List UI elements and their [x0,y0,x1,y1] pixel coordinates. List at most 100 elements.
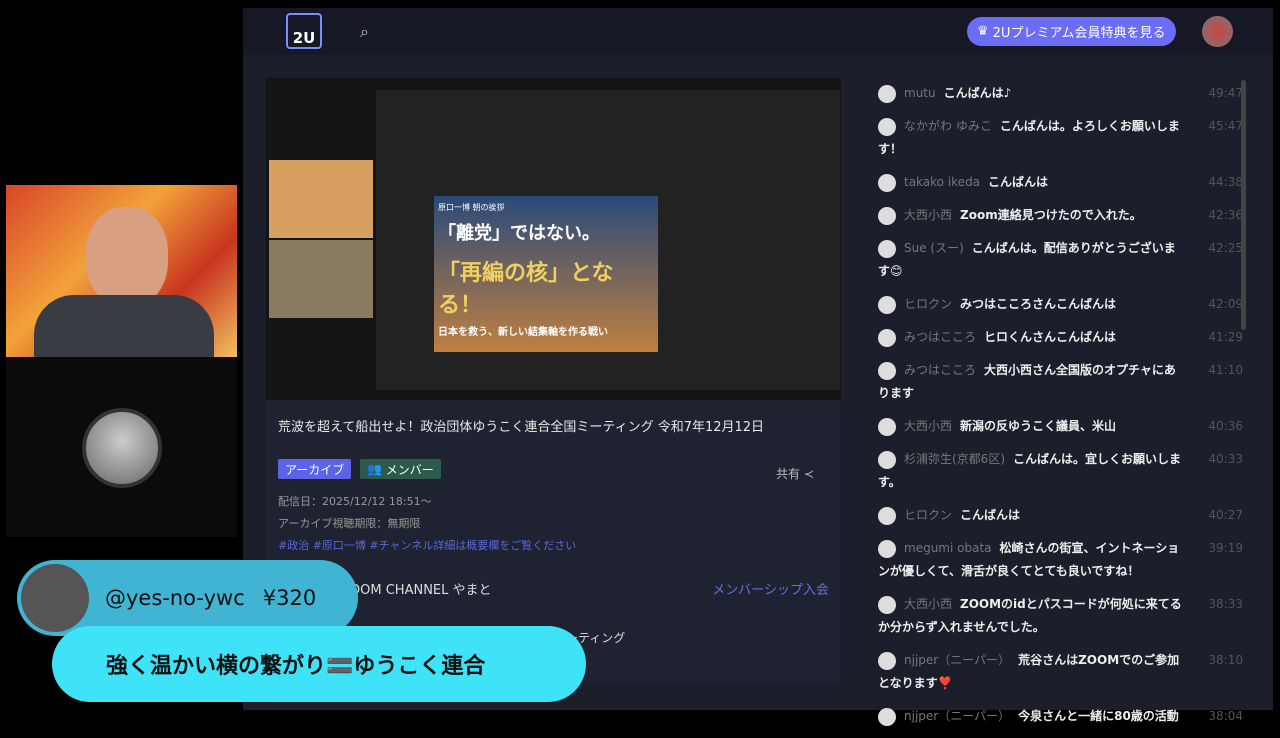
chat-username: 大西小西 [904,208,953,222]
chat-time: 41:29 [1208,330,1243,344]
slide-line: 日本を救う、新しい結集軸を作る戦い [438,327,608,338]
chat-time: 39:19 [1208,541,1243,555]
header: 2U ⌕ ♛ 2Uプレミアム会員特典を見る [243,8,1273,55]
chat-username: ヒロクン [904,508,953,522]
chat-time: 40:33 [1208,452,1243,466]
chat-text: こんばんは [988,175,1049,189]
chat-list: mutu こんばんは♪ 49:47 なかがわ ゆみこ こんばんは。よろしくお願いします！… [878,82,1243,738]
chat-time: 44:38 [1208,175,1243,189]
chat-avatar [878,84,896,103]
chat-text: 新潟の反ゆうこく議員、米山 [960,419,1117,433]
chat-text: 今泉さんと一緒に80歳の活動 [1018,709,1179,723]
chat-avatar [878,651,896,670]
chat-avatar [878,328,896,347]
chat-username: なかがわ ゆみこ [904,119,992,133]
chat-username: Sue (スー) [904,241,964,255]
chat-message: 大西小西 新潟の反ゆうこく議員、米山 40:36 [878,415,1243,438]
chat-avatar [878,707,896,726]
crown-icon: ♛ [977,24,989,39]
chat-username: 大西小西 [904,419,953,433]
chat-time: 41:10 [1208,363,1243,377]
slide-caption: 原口一博 朝の挨拶 [438,203,505,212]
chat-message: みつはこころ ヒロくんさんこんばんは 41:29 [878,326,1243,349]
chat-avatar [878,506,896,525]
chat-time: 38:04 [1208,709,1243,723]
chat-time: 40:36 [1208,419,1243,433]
chat-message: megumi obata 松崎さんの街宣、イントネーションが優しくて、滑舌が良くて… [878,537,1243,583]
chat-time: 38:10 [1208,653,1243,667]
archive-badge: アーカイブ [278,459,352,479]
chat-username: megumi obata [904,541,992,555]
chat-text: ヒロくんさんこんばんは [984,330,1117,344]
chat-time: 42:25 [1208,241,1243,255]
site: 2U ⌕ ♛ 2Uプレミアム会員特典を見る 原口一博 朝の挨拶 「離党」ではない。… [243,8,1273,726]
chat-text: Zoom連絡見つけたので入れた。 [960,208,1142,222]
chat-message: ヒロクン みつはこころさんこんばんは 42:09 [878,293,1243,316]
chat-avatar [878,295,896,314]
participant-thumb [269,240,373,318]
chat-username: みつはこころ [904,363,977,377]
superchat-message: 強く温かい横の繋がり🟰ゆうこく連合 [52,626,586,702]
chat-time: 49:47 [1208,86,1243,100]
chat-username: njjper（ニーパー） [904,709,1011,723]
video-title: 荒波を超えて船出せよ！政治団体ゆうこく連合全国ミーティング 令和7年12月12日 [278,420,765,435]
chat-scrollbar[interactable] [1241,80,1246,330]
chat-message: njjper（ニーパー） 今泉さんと一緒に80歳の活動 38:04 [878,705,1243,728]
chat-avatar [878,206,896,225]
member-badge: 👥 メンバー [360,459,441,479]
logo[interactable]: 2U [286,13,322,49]
member-label: メンバー [385,462,434,477]
chat-time: 42:09 [1208,297,1243,311]
chat-message: 大西小西 Zoom連絡見つけたので入れた。 42:36 [878,204,1243,227]
chat-text: こんばんは♪ [943,86,1012,100]
chat-message: mutu こんばんは♪ 49:47 [878,82,1243,105]
chat-message: みつはこころ 大西小西さん全国版のオプチャにあります 41:10 [878,359,1243,405]
chat-message: なかがわ ゆみこ こんばんは。よろしくお願いします！ 45:47 [878,115,1243,161]
chat-message: 杉浦弥生(京都6区) こんばんは。宜しくお願いします。 40:33 [878,448,1243,494]
slide-line: 「離党」ではない。 [438,223,600,244]
chat-username: 大西小西 [904,597,953,611]
chat-avatar [878,173,896,192]
chat-username: mutu [904,86,936,100]
chat-username: みつはこころ [904,330,977,344]
chat-username: 杉浦弥生(京都6区) [904,452,1005,466]
membership-join-link[interactable]: メンバーシップ入会 [712,579,829,598]
chat-avatar [878,361,896,380]
chat-avatar [878,117,896,136]
slide-line: 「再編の核」となる！ [438,261,614,318]
chat-time: 45:47 [1208,119,1243,133]
members-icon: 👥 [367,462,386,476]
streamer-avatar [82,408,162,488]
chat-avatar [878,450,896,469]
share-button[interactable]: 共有 ≺ [776,465,814,482]
user-avatar[interactable] [1202,16,1233,47]
tags[interactable]: #政治 #原口一博 #チャンネル詳細は概要欄をご覧ください [278,537,576,553]
chat-time: 40:27 [1208,508,1243,522]
chat-avatar [878,539,896,558]
video-player[interactable]: 原口一博 朝の挨拶 「離党」ではない。 「再編の核」となる！ 日本を救う、新しい… [266,78,841,400]
premium-button[interactable]: ♛ 2Uプレミアム会員特典を見る [967,17,1176,46]
share-label: 共有 [776,467,801,481]
superchat-amount: ¥320 [262,586,317,610]
chat-username: njjper（ニーパー） [904,653,1011,667]
share-icon: ≺ [803,467,814,481]
broadcast-date: 配信日：2025/12/12 18:51〜 [278,495,432,508]
chat-avatar [878,595,896,614]
chat-avatar [878,239,896,258]
chat-time: 38:33 [1208,597,1243,611]
webcam-feed [6,185,237,357]
search-icon[interactable]: ⌕ [360,22,369,42]
participant-thumb [269,160,373,238]
slide: 原口一博 朝の挨拶 「離党」ではない。 「再編の核」となる！ 日本を救う、新しい… [434,196,658,352]
chat-text: こんばんは [960,508,1021,522]
chat-avatar [878,417,896,436]
chat-message: njjper（ニーパー） 荒谷さんはZOOMでのご参加となります❣️ 38:10 [878,649,1243,695]
chat-text: みつはこころさんこんばんは [960,297,1117,311]
chat-message: takako ikeda こんばんは 44:38 [878,171,1243,194]
chat-message: ヒロクン こんばんは 40:27 [878,504,1243,527]
premium-label: 2Uプレミアム会員特典を見る [992,26,1166,41]
chat-time: 42:36 [1208,208,1243,222]
superchat-user: @yes-no-ywc [105,586,245,610]
chat-message: Sue (スー) こんばんは。配信ありがとうございます😊 42:25 [878,237,1243,283]
archive-limit: アーカイブ視聴期限：無期限 [278,517,421,530]
